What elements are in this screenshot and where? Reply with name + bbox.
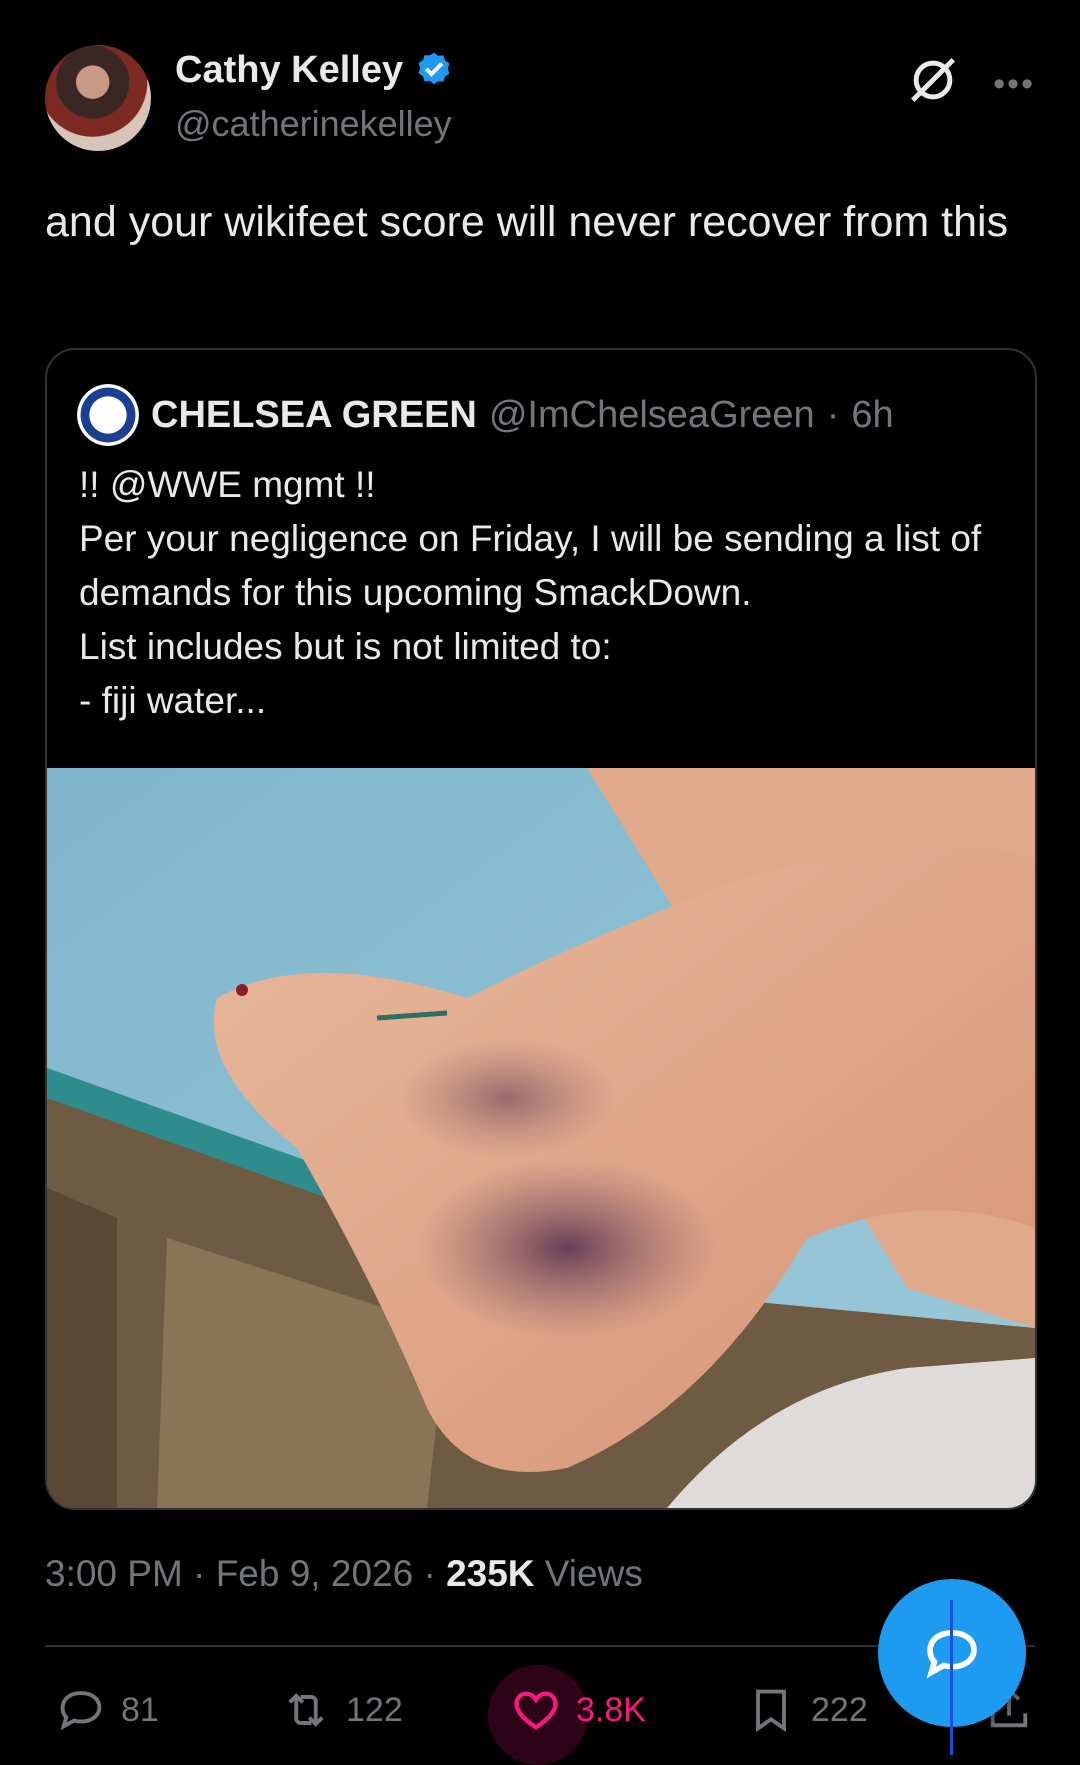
quote-media-image[interactable] — [47, 768, 1035, 1508]
reply-button[interactable]: 81 — [55, 1665, 159, 1755]
quoted-tweet[interactable]: CHELSEA GREEN @ImChelseaGreen · 6h !! @W… — [45, 348, 1037, 1510]
views-label: Views — [544, 1553, 643, 1594]
like-icon — [514, 1691, 558, 1730]
verified-badge-icon — [418, 52, 450, 84]
touch-indicator-line — [950, 1600, 953, 1755]
repost-icon — [288, 1693, 324, 1727]
author-handle[interactable]: @catherinekelley — [175, 103, 452, 145]
views-count[interactable]: 235K — [446, 1553, 534, 1594]
like-button[interactable]: 3.8K — [510, 1665, 646, 1755]
tweet-date[interactable]: Feb 9, 2026 — [216, 1553, 413, 1594]
tweet-text: and your wikifeet score will never recov… — [45, 198, 1009, 246]
reply-count: 81 — [121, 1690, 159, 1729]
tweet-time[interactable]: 3:00 PM — [45, 1553, 183, 1594]
author-name-row: Cathy Kelley — [175, 49, 455, 92]
quote-author-handle: @ImChelseaGreen — [488, 393, 815, 436]
repost-button[interactable]: 122 — [280, 1665, 403, 1755]
like-count: 3.8K — [576, 1690, 646, 1729]
tweet-timestamp: 3:00 PM · Feb 9, 2026 · 235K Views — [45, 1553, 643, 1594]
more-icon[interactable]: ••• — [993, 65, 1035, 104]
tweet-header: Cathy Kelley @catherinekelley ••• — [45, 45, 1035, 155]
quote-author-avatar — [77, 384, 139, 446]
reply-icon — [60, 1691, 102, 1731]
quote-header: CHELSEA GREEN @ImChelseaGreen · 6h — [77, 384, 894, 446]
bookmark-count: 222 — [811, 1690, 868, 1729]
bookmark-icon — [756, 1689, 786, 1733]
grok-icon[interactable] — [906, 53, 960, 107]
quote-text: !! @WWE mgmt !! Per your negligence on F… — [79, 464, 982, 721]
bookmark-button[interactable]: 222 — [745, 1665, 868, 1755]
repost-count: 122 — [346, 1690, 403, 1729]
author-display-name[interactable]: Cathy Kelley — [175, 49, 403, 92]
quote-separator: · — [826, 393, 840, 436]
author-avatar[interactable] — [45, 45, 151, 151]
quote-author-name: CHELSEA GREEN — [151, 393, 477, 436]
quote-age: 6h — [851, 393, 894, 436]
